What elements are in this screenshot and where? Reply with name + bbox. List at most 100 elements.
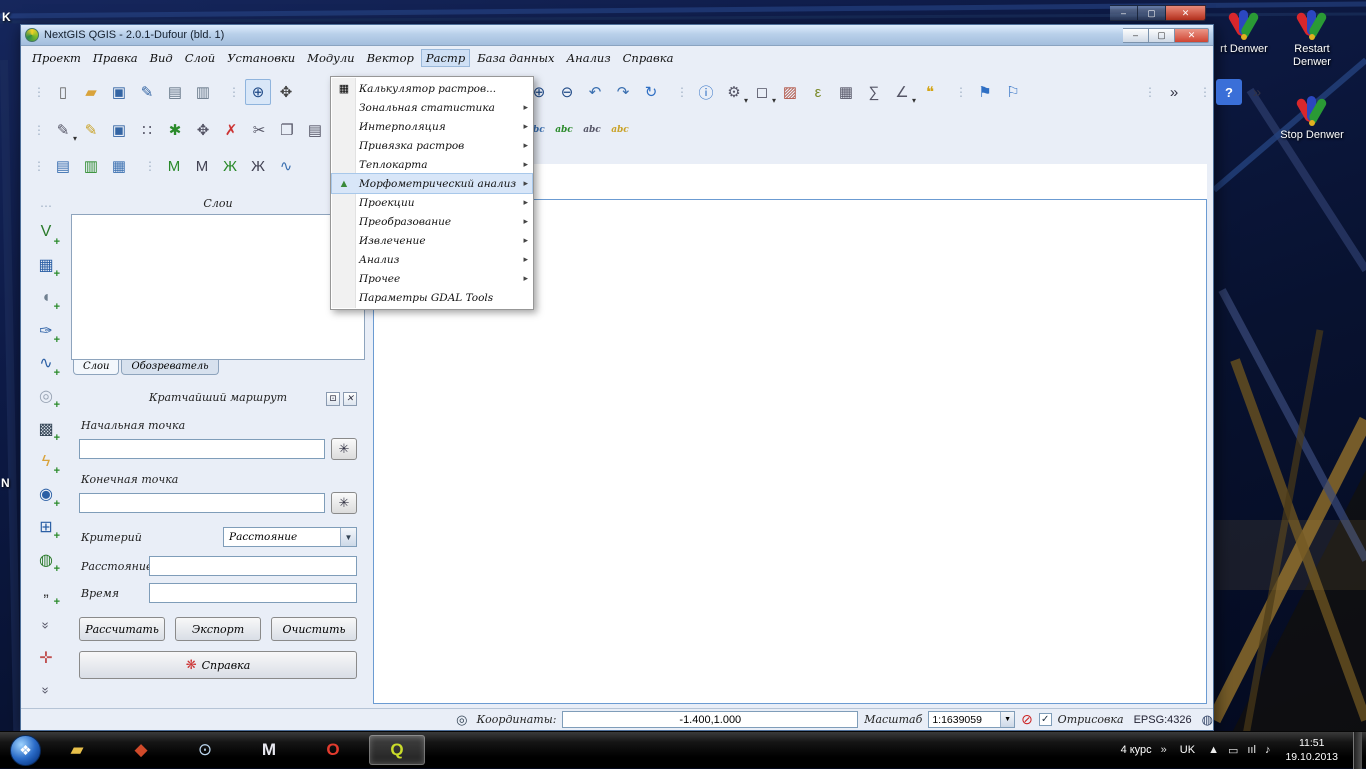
- cut-features-button[interactable]: ✂: [246, 117, 272, 143]
- add-raster-layer-button[interactable]: ▦: [32, 252, 60, 279]
- menubar-item[interactable]: База данных: [472, 49, 559, 67]
- distance-field[interactable]: [149, 556, 357, 576]
- tab-browser[interactable]: Обозреватель: [121, 360, 218, 375]
- plugin-graph-button-2[interactable]: M: [189, 153, 215, 179]
- start-point-input[interactable]: [79, 439, 325, 459]
- help-button[interactable]: ❋Справка: [79, 651, 357, 679]
- taskbar-explorer-button[interactable]: ▰: [49, 735, 105, 765]
- plugin-graph-button-4[interactable]: Ж: [245, 153, 271, 179]
- toggle-editing-button[interactable]: ✎: [78, 117, 104, 143]
- add-oracle-layer-button[interactable]: ◎: [32, 383, 60, 410]
- menubar-item[interactable]: Проект: [27, 49, 86, 67]
- paste-features-button[interactable]: ▤: [302, 117, 328, 143]
- add-feature-button[interactable]: ✱: [162, 117, 188, 143]
- bg-close-button[interactable]: ✕: [1166, 5, 1206, 21]
- stop-render-icon[interactable]: ⊘: [1021, 711, 1033, 728]
- taskbar-opera-button[interactable]: O: [305, 735, 361, 765]
- panel-close-button[interactable]: ✕: [343, 392, 357, 406]
- menu-item-raster-calculator[interactable]: ▦ Калькулятор растров... ▸: [332, 79, 532, 98]
- calculate-button[interactable]: Рассчитать: [79, 617, 165, 641]
- scale-select[interactable]: 1:1639059 ▼: [928, 711, 1015, 728]
- sidebar-overflow-icon[interactable]: »: [33, 611, 60, 639]
- menubar-item[interactable]: Анализ: [561, 49, 615, 67]
- menubar-item[interactable]: Растр: [421, 49, 470, 67]
- menubar-item[interactable]: Вид: [145, 49, 178, 67]
- plugin-spline-button[interactable]: ∿: [273, 153, 299, 179]
- plugin-layers-button-2[interactable]: ▥: [78, 153, 104, 179]
- taskbar-qgis-button[interactable]: Q: [369, 735, 425, 765]
- save-project-button[interactable]: ▣: [106, 79, 132, 105]
- zoom-next-button[interactable]: ↷: [610, 79, 636, 105]
- menubar-item[interactable]: Правка: [88, 49, 143, 67]
- crs-status-button[interactable]: EPSG:4326: [1130, 713, 1196, 727]
- bg-maximize-button[interactable]: ▢: [1138, 5, 1166, 21]
- menubar-item[interactable]: Слой: [180, 49, 220, 67]
- desktop-icon-start-denwer[interactable]: rt Denwer: [1212, 8, 1276, 56]
- maximize-button[interactable]: ▢: [1149, 28, 1175, 43]
- menu-item-miscellaneous[interactable]: Прочее ▸: [332, 269, 532, 288]
- menu-item-heatmap[interactable]: Теплокарта ▸: [332, 155, 532, 174]
- identify-button[interactable]: ⓘ: [693, 79, 719, 105]
- add-spatialite-layer-button[interactable]: ✑: [32, 317, 60, 344]
- attribute-table-button[interactable]: ▦: [833, 79, 859, 105]
- pan-map-button[interactable]: ✥: [273, 79, 299, 105]
- menu-item-conversion[interactable]: Преобразование ▸: [332, 212, 532, 231]
- plugin-layers-button-1[interactable]: ▤: [50, 153, 76, 179]
- zoom-to-selection-button[interactable]: ⊕: [245, 79, 271, 105]
- menu-item-analysis[interactable]: Анализ ▸: [332, 250, 532, 269]
- sidebar-overflow-icon-2[interactable]: »: [33, 677, 60, 705]
- end-point-input[interactable]: [79, 493, 325, 513]
- help-button[interactable]: ?: [1216, 79, 1242, 105]
- render-checkbox[interactable]: ✓: [1039, 713, 1052, 726]
- taskbar-toolbar-overflow[interactable]: »: [1161, 744, 1167, 756]
- pick-start-point-button[interactable]: ✳: [331, 438, 357, 460]
- save-project-as-button[interactable]: ✎: [134, 79, 160, 105]
- add-wfs-layer-button[interactable]: ϟ: [32, 448, 60, 475]
- menubar-item[interactable]: Вектор: [362, 49, 419, 67]
- network-tray-icon[interactable]: ııl: [1247, 744, 1256, 756]
- menubar-item[interactable]: Модули: [302, 49, 359, 67]
- deselect-all-button[interactable]: ▨: [777, 79, 803, 105]
- open-project-button[interactable]: ▰: [78, 79, 104, 105]
- language-indicator[interactable]: UK: [1176, 742, 1199, 758]
- panel-float-button[interactable]: ⊡: [326, 392, 340, 406]
- refresh-button[interactable]: ↻: [638, 79, 664, 105]
- toolbar-overflow-button[interactable]: »: [1161, 79, 1187, 105]
- plugin-graph-button-1[interactable]: M: [161, 153, 187, 179]
- menubar-item[interactable]: Справка: [618, 49, 679, 67]
- criterion-select[interactable]: Расстояние ▼: [223, 527, 357, 547]
- show-bookmarks-button[interactable]: ⚐: [1000, 79, 1026, 105]
- plugin-layers-button-3[interactable]: ▦: [106, 153, 132, 179]
- annotation-tool-button[interactable]: ✛: [32, 645, 60, 672]
- pick-end-point-button[interactable]: ✳: [331, 492, 357, 514]
- menu-item-georeferencer[interactable]: Привязка растров ▸: [332, 136, 532, 155]
- volume-tray-icon[interactable]: ♪: [1265, 744, 1271, 756]
- menu-item-gdal-tools-settings[interactable]: Параметры GDAL Tools ▸: [332, 288, 532, 307]
- show-desktop-button[interactable]: [1353, 732, 1362, 769]
- title-bar[interactable]: NextGIS QGIS - 2.0.1-Dufour (bld. 1) – ▢…: [21, 25, 1213, 46]
- close-button[interactable]: ✕: [1175, 28, 1209, 43]
- add-wcs-layer-button[interactable]: ⊞: [32, 514, 60, 541]
- field-calculator-button[interactable]: ∑: [861, 79, 887, 105]
- mouse-position-icon[interactable]: ◎: [453, 712, 471, 728]
- measure-button[interactable]: ∠: [889, 79, 915, 105]
- display-tray-icon[interactable]: ▭: [1228, 744, 1238, 757]
- bg-minimize-button[interactable]: –: [1110, 5, 1138, 21]
- taskbar-app-m-button[interactable]: M: [241, 735, 297, 765]
- composer-manager-button[interactable]: ▥: [190, 79, 216, 105]
- menu-item-terrain-analysis[interactable]: ▲ Морфометрический анализ ▸: [332, 174, 532, 193]
- delete-selected-button[interactable]: ✗: [218, 117, 244, 143]
- menu-item-interpolation[interactable]: Интерполяция ▸: [332, 117, 532, 136]
- add-vector-layer-button[interactable]: V: [32, 219, 60, 246]
- change-label-button[interactable]: abc: [607, 117, 633, 143]
- select-by-expression-button[interactable]: ε: [805, 79, 831, 105]
- run-feature-action-button[interactable]: ⚙: [721, 79, 747, 105]
- select-features-button[interactable]: ◻: [749, 79, 775, 105]
- node-tool-button[interactable]: ∷: [134, 117, 160, 143]
- new-bookmark-button[interactable]: ⚑: [972, 79, 998, 105]
- add-wms-layer-button[interactable]: ◉: [32, 481, 60, 508]
- add-mssql-layer-button[interactable]: ∿: [32, 350, 60, 377]
- taskbar-magnifier-button[interactable]: ⊙: [177, 735, 233, 765]
- copy-features-button[interactable]: ❐: [274, 117, 300, 143]
- desktop-icon-stop-denwer[interactable]: Stop Denwer: [1280, 94, 1344, 142]
